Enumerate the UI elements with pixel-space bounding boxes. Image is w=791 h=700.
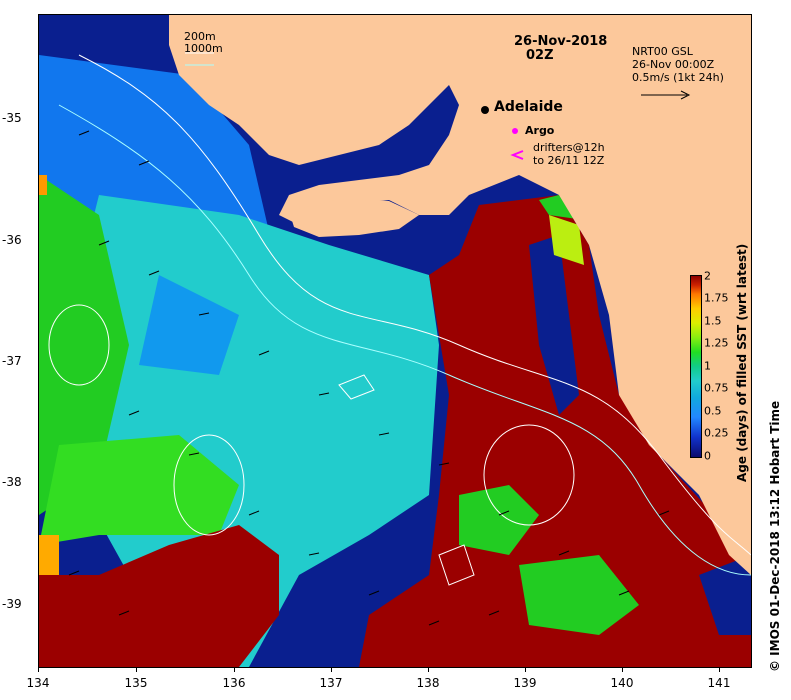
argo-label: Argo — [525, 124, 555, 137]
x-tick: 137 — [319, 676, 343, 690]
x-tick: 138 — [416, 676, 440, 690]
x-tick: 141 — [707, 676, 731, 690]
y-tick: -35 — [2, 111, 22, 125]
x-tick: 134 — [26, 676, 50, 690]
product-time: 26-Nov 00:00Z — [632, 58, 715, 71]
x-tick: 136 — [222, 676, 246, 690]
colorbar-tick: 1.25 — [704, 336, 729, 350]
vector-scale-label: 0.5m/s (1kt 24h) — [632, 71, 724, 84]
date-line2: 02Z — [526, 48, 554, 63]
x-tick: 139 — [513, 676, 537, 690]
y-tick: -37 — [2, 354, 22, 368]
colorbar-tick: 1.5 — [704, 314, 722, 328]
colorbar-tick: 2 — [704, 269, 711, 283]
colorbar-tick: 0.25 — [704, 426, 729, 440]
colorbar-tick: 0 — [704, 449, 711, 463]
x-tickmark — [525, 667, 526, 672]
drifters-line2: to 26/11 12Z — [533, 154, 605, 167]
colorbar-tick: 0.5 — [704, 404, 722, 418]
legend-1000m-label: 1000m — [184, 42, 223, 55]
adelaide-marker — [481, 106, 489, 114]
city-label: Adelaide — [494, 99, 563, 115]
y-tick: -39 — [2, 597, 22, 611]
region-orange-small — [39, 175, 47, 195]
map-canvas — [39, 15, 751, 667]
y-tick: -36 — [2, 233, 22, 247]
drifters-line1: drifters@12h — [533, 141, 605, 154]
x-tickmark — [428, 667, 429, 672]
x-tickmark — [234, 667, 235, 672]
colorbar-tick: 1 — [704, 359, 711, 373]
credit-label: © IMOS 01-Dec-2018 13:12 Hobart Time — [768, 400, 782, 672]
colorbar-title: Age (days) of filled SST (wrt latest) — [735, 243, 749, 482]
colorbar-tick: 0.75 — [704, 381, 729, 395]
x-tickmark — [622, 667, 623, 672]
date-line1: 26-Nov-2018 — [514, 34, 608, 49]
colorbar-tick: 1.75 — [704, 291, 729, 305]
x-tickmark — [136, 667, 137, 672]
x-tick: 135 — [124, 676, 148, 690]
sst-age-map — [38, 14, 752, 668]
argo-marker — [512, 128, 518, 134]
x-tick: 140 — [610, 676, 634, 690]
colorbar — [690, 275, 702, 458]
x-tickmark — [331, 667, 332, 672]
y-tick: -38 — [2, 475, 22, 489]
x-tickmark — [719, 667, 720, 672]
x-tickmark — [38, 667, 39, 672]
product-label: NRT00 GSL — [632, 45, 693, 58]
